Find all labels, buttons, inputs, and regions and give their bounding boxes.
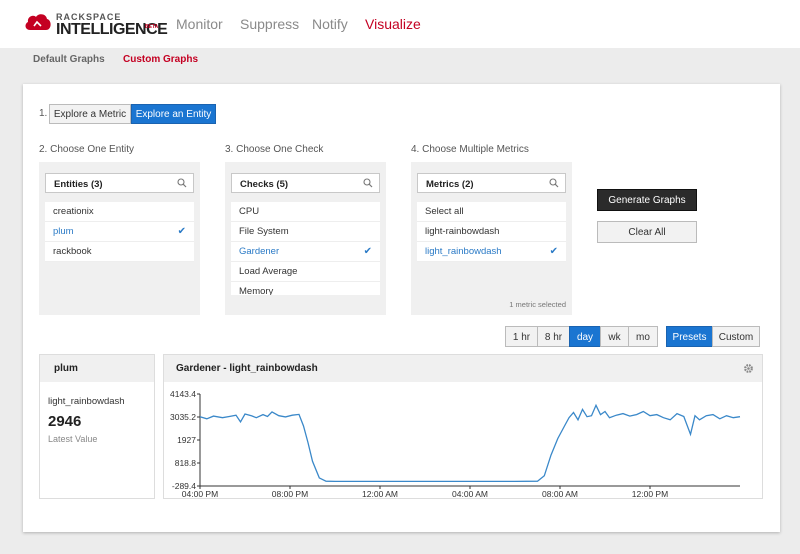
range-week-button[interactable]: wk: [600, 326, 629, 347]
nav-visualize[interactable]: Visualize: [365, 16, 421, 32]
nav-monitor[interactable]: Monitor: [176, 16, 223, 32]
step-1-label: 1.: [39, 108, 48, 119]
checkmark-icon: ✔: [177, 226, 186, 237]
beta-badge: BETA: [145, 24, 159, 30]
latest-value-caption: Latest Value: [48, 434, 98, 444]
select-all-item[interactable]: Select all: [417, 202, 566, 222]
generate-graphs-button[interactable]: Generate Graphs: [597, 189, 697, 211]
y-tick-label: 3035.2: [170, 412, 196, 422]
list-item[interactable]: plum ✔: [45, 222, 194, 242]
x-tick-label: 04:00 AM: [452, 489, 488, 498]
top-bar: RACKSPACE INTELLIGENCE BETA Monitor Supp…: [0, 0, 800, 48]
x-tick-label: 04:00 PM: [182, 489, 218, 498]
range-month-button[interactable]: mo: [628, 326, 658, 347]
search-icon: [549, 178, 559, 188]
entity-list: creationix plum ✔ rackbook: [45, 202, 194, 262]
metrics-column-heading: 4. Choose Multiple Metrics: [411, 144, 529, 155]
entity-column-heading: 2. Choose One Entity: [39, 144, 135, 155]
range-8hr-button[interactable]: 8 hr: [537, 326, 570, 347]
list-item[interactable]: CPU: [231, 202, 380, 222]
entity-search-label: Entities (3): [54, 179, 103, 190]
nav-notify[interactable]: Notify: [312, 16, 348, 32]
nav-suppress[interactable]: Suppress: [240, 16, 299, 32]
check-column-heading: 3. Choose One Check: [225, 144, 324, 155]
cloud-logo-icon: [25, 14, 51, 30]
y-tick-label: 818.8: [175, 458, 197, 468]
tab-custom-graphs[interactable]: Custom Graphs: [123, 54, 198, 65]
metrics-panel: Metrics (2) Select all light-rainbowdash…: [411, 162, 572, 315]
presets-button[interactable]: Presets: [666, 326, 713, 347]
latest-value-panel: plum light_rainbowdash 2946 Latest Value: [39, 354, 155, 499]
list-item[interactable]: rackbook: [45, 242, 194, 262]
latest-value-metric: light_rainbowdash: [48, 396, 125, 407]
list-item[interactable]: light-rainbowdash: [417, 222, 566, 242]
tab-default-graphs[interactable]: Default Graphs: [33, 54, 105, 65]
selection-count: 1 metric selected: [509, 300, 566, 309]
gear-icon[interactable]: [743, 363, 754, 374]
search-icon: [177, 178, 187, 188]
range-day-button[interactable]: day: [569, 326, 601, 347]
search-icon: [363, 178, 373, 188]
metrics-list: Select all light-rainbowdash light_rainb…: [417, 202, 566, 262]
latest-value-entity: plum: [40, 355, 154, 382]
check-search-label: Checks (5): [240, 179, 289, 190]
line-chart: 4143.43035.21927818.8-289.404:00 PM 08:00…: [170, 389, 741, 498]
graph-panel: Gardener - light_rainbowdash 4143.4 3035.…: [163, 354, 763, 499]
graph-title: Gardener - light_rainbowdash: [164, 355, 762, 382]
series-line: [199, 403, 741, 483]
check-search-input[interactable]: Checks (5): [231, 173, 380, 193]
x-tick-label: 08:00 AM: [542, 489, 578, 498]
clear-all-button[interactable]: Clear All: [597, 221, 697, 243]
y-tick-label: 4143.4: [170, 389, 196, 399]
checkmark-icon: ✔: [363, 246, 372, 257]
metrics-search-input[interactable]: Metrics (2): [417, 173, 566, 193]
x-tick-label: 12:00 PM: [632, 489, 668, 498]
entity-panel: Entities (3) creationix plum ✔ rackbook: [39, 162, 200, 315]
check-list[interactable]: CPU File System Gardener ✔ Load Average M…: [231, 202, 380, 295]
rackspace-intelligence-logo[interactable]: RACKSPACE INTELLIGENCE BETA: [24, 10, 168, 38]
x-tick-label: 12:00 AM: [362, 489, 398, 498]
list-item[interactable]: light_rainbowdash ✔: [417, 242, 566, 262]
explore-metric-button[interactable]: Explore a Metric: [49, 104, 131, 124]
y-tick-label: 1927: [177, 435, 196, 445]
list-item[interactable]: Memory: [231, 282, 380, 295]
check-panel: Checks (5) CPU File System Gardener ✔ Loa…: [225, 162, 386, 315]
list-item[interactable]: creationix: [45, 202, 194, 222]
x-tick-label: 08:00 PM: [272, 489, 308, 498]
custom-button[interactable]: Custom: [712, 326, 760, 347]
range-1hr-button[interactable]: 1 hr: [505, 326, 538, 347]
list-item[interactable]: File System: [231, 222, 380, 242]
sub-navigation: Default Graphs Custom Graphs: [0, 48, 800, 72]
checkmark-icon: ✔: [549, 246, 558, 257]
explore-entity-button[interactable]: Explore an Entity: [131, 104, 216, 124]
list-item[interactable]: Gardener ✔: [231, 242, 380, 262]
entity-search-input[interactable]: Entities (3): [45, 173, 194, 193]
list-item[interactable]: Load Average: [231, 262, 380, 282]
latest-value-number: 2946: [48, 413, 82, 430]
metrics-search-label: Metrics (2): [426, 179, 474, 190]
